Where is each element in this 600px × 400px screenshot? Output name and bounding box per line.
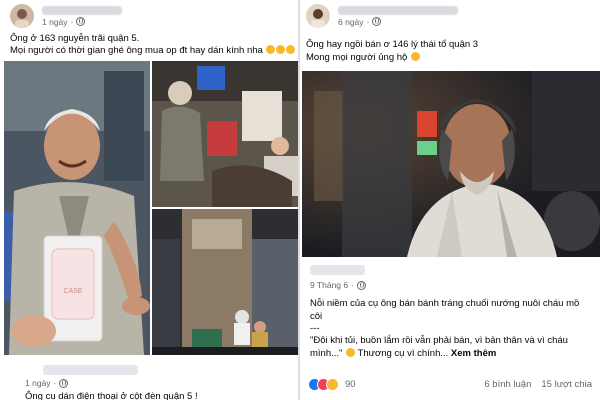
post-time[interactable]: 1 ngày bbox=[42, 17, 68, 27]
comments-count-link[interactable]: 6 bình luận bbox=[484, 379, 531, 390]
heart-eyes-emoji-icon bbox=[286, 45, 296, 54]
post-text-line2: Mọi người có thời gian ghé ông mua op đt… bbox=[10, 45, 263, 56]
globe-icon bbox=[372, 17, 382, 26]
comment-time[interactable]: 1 ngày bbox=[25, 378, 51, 388]
post-text-line2: Mong mọi người ủng hộ bbox=[306, 52, 408, 63]
left-post: 1 ngày · Ông ở 163 nguyễn trãi quận 5. M… bbox=[0, 0, 300, 400]
left-post-header: 1 ngày · bbox=[10, 3, 122, 29]
reaction-count: 90 bbox=[345, 378, 356, 390]
right-post: 6 ngày · Ông hay ngồi bán ơ 146 lý thái … bbox=[302, 0, 600, 400]
sad-face-emoji-icon bbox=[410, 52, 420, 61]
photo-shop-top[interactable] bbox=[152, 61, 298, 207]
post-text-line1: Ông hay ngồi bán ơ 146 lý thái tổ quận 3 bbox=[306, 39, 479, 50]
quote-line2-rest: Thương cụ vì chính... bbox=[355, 348, 449, 359]
sad-reaction-icon bbox=[326, 377, 339, 391]
right-post-header: 6 ngày · bbox=[306, 3, 458, 29]
see-more-link[interactable]: Xem thêm bbox=[451, 348, 496, 359]
avatar[interactable] bbox=[306, 4, 330, 28]
globe-icon bbox=[76, 17, 86, 26]
shared-page-name-redacted[interactable] bbox=[310, 265, 365, 275]
sad-face-emoji-icon bbox=[346, 348, 356, 357]
photo-old-man-smiling[interactable]: CASE bbox=[4, 61, 150, 355]
quote-line2: mình..." bbox=[310, 348, 343, 359]
shared-post-time[interactable]: 9 Tháng 6 bbox=[310, 280, 348, 290]
shared-text-line1: Nỗi niềm của cụ ông bán bánh tráng chuối… bbox=[310, 298, 580, 309]
bag-label: CASE bbox=[63, 288, 82, 295]
photo-old-man-night[interactable] bbox=[302, 71, 600, 257]
quote-line1: "Đôi khi tủi, buồn lắm rồi vẫn phải bán,… bbox=[310, 335, 568, 346]
avatar[interactable] bbox=[10, 4, 34, 28]
globe-icon bbox=[59, 378, 69, 388]
photo-shop-street[interactable] bbox=[152, 209, 298, 355]
comment-text: Ông cụ dán điện thoại ở cột đèn quận 5 ! bbox=[25, 391, 198, 400]
reaction-bar: 90 6 bình luận 15 lượt chia bbox=[308, 376, 592, 392]
globe-icon bbox=[356, 280, 366, 290]
post-time[interactable]: 6 ngày bbox=[338, 17, 364, 27]
heart-eyes-emoji-icon bbox=[266, 45, 276, 54]
author-name-redacted[interactable] bbox=[338, 5, 458, 15]
reactions-summary[interactable]: 90 bbox=[308, 377, 356, 391]
commenter-name-redacted[interactable] bbox=[43, 365, 138, 375]
author-name-redacted[interactable] bbox=[42, 5, 122, 15]
shares-count-link[interactable]: 15 lượt chia bbox=[541, 379, 592, 390]
heart-eyes-emoji-icon bbox=[276, 45, 286, 54]
